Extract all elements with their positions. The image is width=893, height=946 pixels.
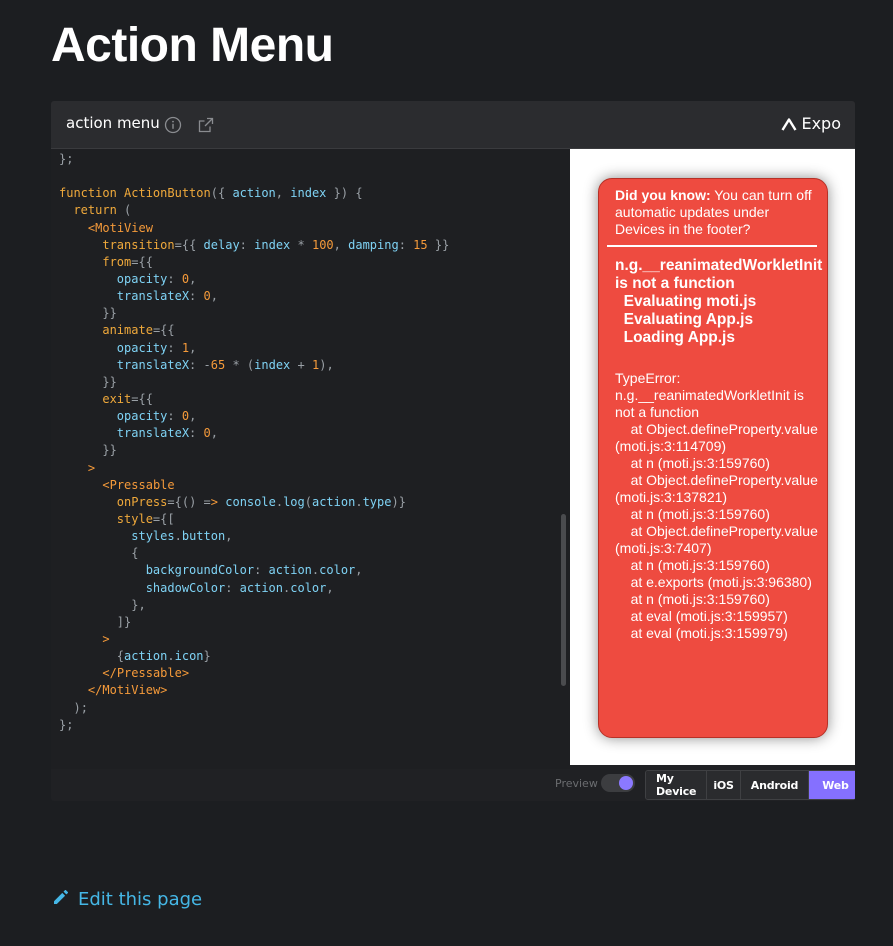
editor-scrollbar[interactable] [561, 514, 566, 686]
code-line: translateX: -65 * (index + 1), [116, 357, 334, 372]
code-line: transition={{ delay: index * 100, dampin… [102, 237, 450, 252]
preview-toggle[interactable] [601, 774, 635, 792]
platform-android[interactable]: Android [740, 771, 810, 799]
code-line: }; [59, 152, 74, 166]
code-line: }; [59, 717, 74, 732]
divider [607, 245, 817, 247]
code-line: return ( [73, 203, 132, 218]
preview-label: Preview [555, 777, 598, 790]
tip-heading: Did you know: [615, 187, 711, 203]
code-line: backgroundColor: action.color, [145, 563, 363, 578]
pencil-icon [52, 888, 70, 911]
expo-label: Expo [801, 114, 841, 133]
code-line: animate={{ [102, 323, 175, 338]
expo-logo-icon [781, 117, 797, 131]
snack-header: action menu Expo [51, 101, 855, 149]
code-line: }} [102, 443, 117, 458]
code-line: }} [102, 306, 117, 321]
code-line: </Pressable> [102, 666, 190, 681]
toggle-knob [619, 776, 633, 790]
stack-trace: TypeError: n.g.__reanimatedWorkletInit i… [615, 370, 818, 641]
code-line: opacity: 0, [116, 271, 197, 286]
snack-embed: action menu Expo }; function ActionButto… [51, 101, 855, 801]
platform-my-device[interactable]: My Device [646, 771, 708, 799]
code-line: translateX: 0, [116, 426, 218, 441]
code-line: opacity: 0, [116, 409, 197, 424]
edit-page-link[interactable]: Edit this page [52, 888, 202, 911]
code-line: }, [131, 597, 146, 612]
platform-web[interactable]: Web [809, 771, 855, 799]
code-editor[interactable]: }; function ActionButton({ action, index… [51, 149, 570, 769]
snack-footer: Preview My Device iOS Android Web [51, 769, 855, 801]
code-line: > [102, 631, 110, 646]
platform-ios[interactable]: iOS [707, 771, 741, 799]
code-line: translateX: 0, [116, 289, 218, 304]
code-line: styles.button, [131, 529, 233, 544]
snack-title: action menu [66, 114, 160, 132]
code-line: function ActionButton({ action, index })… [59, 186, 363, 201]
code-line: onPress={() => console.log(action.type)} [116, 494, 406, 509]
did-you-know-tip: Did you know: You can turn off automatic… [615, 187, 815, 238]
code-line: ]} [116, 614, 132, 629]
error-title: n.g.__reanimatedWorkletInit is not a fun… [615, 257, 823, 346]
info-icon[interactable] [164, 116, 182, 134]
page-title: Action Menu [51, 19, 334, 72]
code-line: > [87, 460, 96, 475]
phone-frame: Did you know: You can turn off automatic… [598, 178, 828, 738]
code-line: shadowColor: action.color, [145, 580, 334, 595]
code-line: from={{ [102, 254, 153, 269]
edit-page-label: Edit this page [78, 889, 203, 910]
external-link-icon[interactable] [197, 116, 215, 134]
code-line: { [131, 546, 139, 561]
code-line: opacity: 1, [116, 340, 197, 355]
code-line: exit={{ [102, 391, 153, 406]
code-line: <Pressable [102, 477, 175, 492]
device-preview: Did you know: You can turn off automatic… [570, 149, 855, 765]
code-line: }} [102, 374, 117, 389]
code-line: ); [73, 700, 88, 715]
expo-brand[interactable]: Expo [781, 114, 841, 133]
code-line: {action.icon} [116, 649, 211, 664]
code-line: style={[ [116, 511, 175, 526]
code-line: </MotiView> [87, 683, 168, 698]
platform-selector: My Device iOS Android Web [645, 770, 855, 800]
code-content[interactable]: }; function ActionButton({ action, index… [59, 151, 449, 734]
code-line: <MotiView [87, 220, 153, 235]
